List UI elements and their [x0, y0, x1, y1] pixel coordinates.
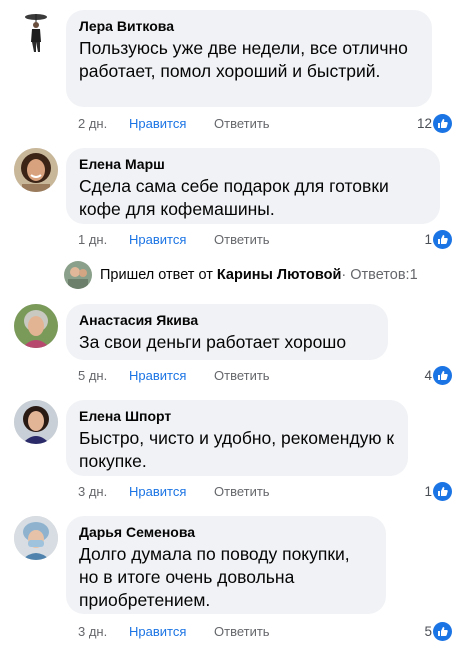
comment-text: Быстро, чисто и удобно, рекомендую к пок… — [79, 428, 395, 471]
like-count: 4 — [424, 368, 432, 383]
comment-actions: 1 дн. Нравится Ответить 1 — [0, 230, 460, 250]
reply-button[interactable]: Ответить — [214, 114, 270, 134]
reply-button[interactable]: Ответить — [214, 366, 270, 386]
comment-author[interactable]: Елена Марш — [79, 155, 427, 173]
avatar[interactable] — [14, 304, 58, 348]
comment-text: Пользуюсь уже две недели, все отлично ра… — [79, 38, 408, 81]
comment-actions: 5 дн. Нравится Ответить 4 — [0, 366, 460, 386]
avatar-image — [14, 516, 58, 560]
like-button[interactable]: Нравится — [129, 366, 186, 386]
reply-avatar — [64, 261, 92, 289]
comment-bubble: Дарья Семенова Долго думала по поводу по… — [66, 516, 386, 614]
comment-time[interactable]: 2 дн. — [78, 114, 107, 134]
like-thumb-icon[interactable] — [433, 114, 452, 133]
like-count: 1 — [424, 232, 432, 247]
avatar-image — [14, 304, 58, 348]
replies-link[interactable]: Пришел ответ от Карины Лютовой· Ответов:… — [0, 260, 460, 290]
comment-actions: 3 дн. Нравится Ответить 5 — [0, 622, 460, 642]
comment-bubble: Елена Марш Сдела сама себе подарок для г… — [66, 148, 440, 224]
reply-count: · Ответов:1 — [341, 267, 418, 283]
like-count: 12 — [416, 116, 432, 131]
like-thumb-icon[interactable] — [433, 622, 452, 641]
avatar-image — [14, 400, 58, 444]
avatar-image — [14, 148, 58, 192]
like-button[interactable]: Нравится — [129, 622, 186, 642]
avatar[interactable] — [14, 400, 58, 444]
reply-notice-text: Пришел ответ от Карины Лютовой· Ответов:… — [100, 260, 418, 290]
comment-actions: 2 дн. Нравится Ответить 12 — [0, 114, 460, 134]
comment-bubble: Анастасия Якива За свои деньги работает … — [66, 304, 388, 360]
like-count: 1 — [424, 484, 432, 499]
avatar[interactable] — [14, 10, 58, 54]
comment-text: За свои деньги работает хорошо — [79, 332, 347, 352]
comment-bubble: Лера Виткова Пользуюсь уже две недели, в… — [66, 10, 432, 107]
comment-time[interactable]: 3 дн. — [78, 622, 107, 642]
comment-author[interactable]: Елена Шпорт — [79, 407, 395, 425]
comment-actions: 3 дн. Нравится Ответить 1 — [0, 482, 460, 502]
comment-text: Сдела сама себе подарок для готовки кофе… — [79, 176, 389, 219]
avatar[interactable] — [14, 148, 58, 192]
avatar-image — [25, 14, 47, 52]
like-count: 5 — [424, 624, 432, 639]
like-thumb-icon[interactable] — [433, 482, 452, 501]
comment-time[interactable]: 1 дн. — [78, 230, 107, 250]
like-button[interactable]: Нравится — [129, 114, 186, 134]
comment-author[interactable]: Анастасия Якива — [79, 311, 375, 329]
like-button[interactable]: Нравится — [129, 230, 186, 250]
comment-text: Долго думала по поводу покупки, но в ито… — [79, 544, 350, 610]
comment-time[interactable]: 5 дн. — [78, 366, 107, 386]
comment-author[interactable]: Дарья Семенова — [79, 523, 373, 541]
like-thumb-icon[interactable] — [433, 366, 452, 385]
like-thumb-icon[interactable] — [433, 230, 452, 249]
like-button[interactable]: Нравится — [129, 482, 186, 502]
comment-author[interactable]: Лера Виткова — [79, 17, 419, 35]
reply-button[interactable]: Ответить — [214, 622, 270, 642]
reply-button[interactable]: Ответить — [214, 230, 270, 250]
comment-time[interactable]: 3 дн. — [78, 482, 107, 502]
avatar[interactable] — [14, 516, 58, 560]
reply-author[interactable]: Карины Лютовой — [217, 267, 342, 283]
reply-notice-prefix: Пришел ответ от — [100, 267, 213, 283]
reply-button[interactable]: Ответить — [214, 482, 270, 502]
comment-bubble: Елена Шпорт Быстро, чисто и удобно, реко… — [66, 400, 408, 476]
